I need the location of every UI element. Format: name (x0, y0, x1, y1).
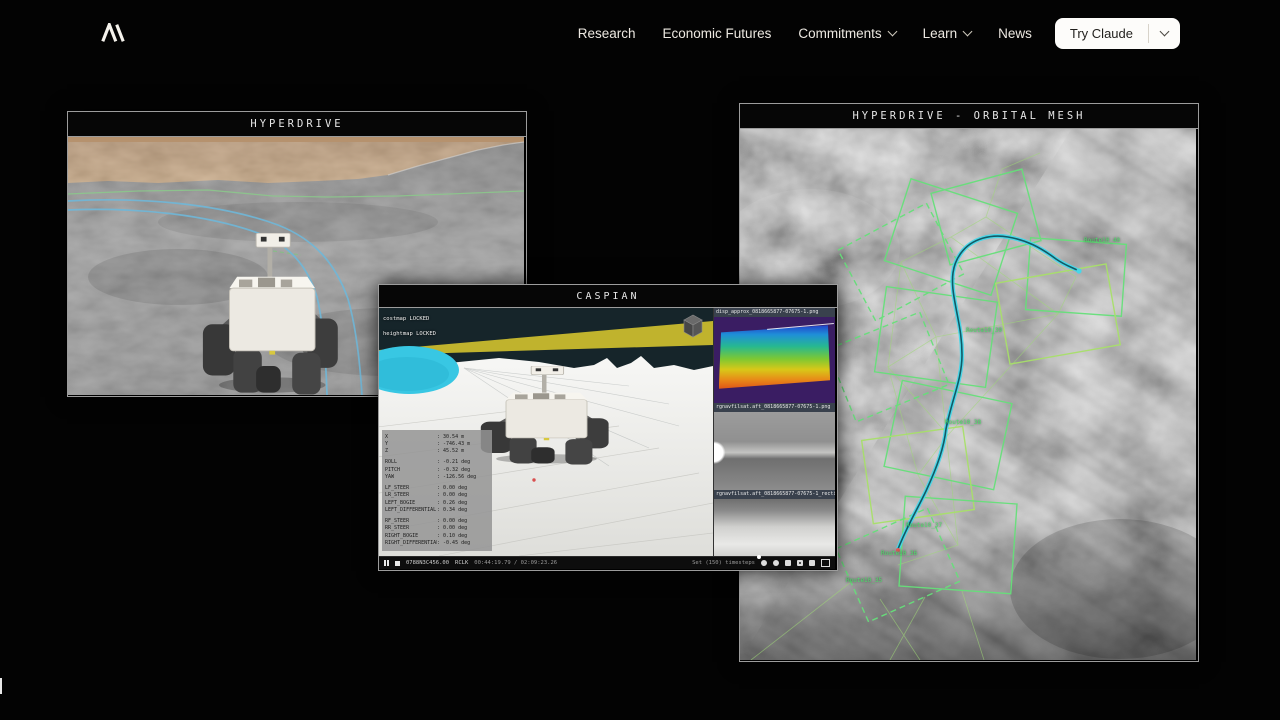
route-label: Route10_40 (1084, 237, 1121, 244)
nav-label: Economic Futures (662, 25, 772, 41)
page: Research Economic Futures Commitments Le… (0, 0, 1280, 720)
text-cursor-artifact (0, 678, 2, 694)
caspian-image-column: disp_approx_0818665877-07675-1.png rgnav… (713, 308, 835, 556)
heightmap-status: heightmap LOCKED (383, 331, 436, 337)
thumbnail-caption: rgnavfilsat.aft_0818665877-07675-1.png (714, 403, 835, 412)
timecode: 00:44:19.79 / 02:09:23.26 (474, 560, 558, 566)
caspian-body: costmap LOCKED heightmap LOCKED X30.54 m… (379, 308, 835, 556)
costmap-status: costmap LOCKED (383, 316, 430, 322)
nav-label: Learn (922, 25, 958, 41)
view-gizmo-cube[interactable] (678, 311, 708, 341)
nav-item-economic-futures[interactable]: Economic Futures (663, 26, 772, 41)
stop-button[interactable] (395, 560, 400, 566)
rectified-navcam-thumbnail[interactable] (714, 499, 835, 556)
orbital-mesh-window-title: HYPERDRIVE - ORBITAL MESH (740, 104, 1198, 129)
nav-item-news[interactable]: News (998, 26, 1032, 41)
comment-icon[interactable] (761, 560, 767, 566)
route-label: Route10_38 (945, 419, 982, 426)
chevron-down-icon (962, 26, 973, 37)
try-claude-button[interactable]: Try Claude (1055, 18, 1148, 49)
nav-item-commitments[interactable]: Commitments (798, 25, 898, 41)
caspian-window: CASPIAN costmap LOCKED heightmap LOCKED … (378, 284, 838, 571)
camera-icon[interactable] (797, 560, 803, 566)
path-endpoint-marker (1076, 268, 1082, 274)
nav-label: News (998, 25, 1032, 41)
layers-icon[interactable] (809, 560, 815, 566)
nav-label: Research (577, 25, 636, 41)
top-nav-bar: Research Economic Futures Commitments Le… (0, 0, 1280, 66)
thumbnail-caption: disp_approx_0818665877-07675-1.png (714, 308, 835, 317)
hyperdrive-window-title: HYPERDRIVE (68, 112, 526, 137)
settings-icon[interactable] (785, 560, 791, 566)
route-label: Route10_39 (966, 327, 1003, 334)
nav-item-learn[interactable]: Learn (922, 25, 973, 41)
thumbnail-caption: rgnavfilsat.aft_0818665877-07675-1_recti… (714, 490, 835, 499)
anthropic-logo-icon[interactable] (100, 23, 126, 43)
route-label: Route10_36 (881, 550, 918, 557)
try-claude-dropdown-button[interactable] (1149, 18, 1180, 49)
fullscreen-button[interactable] (821, 559, 830, 567)
disparity-map-thumbnail[interactable] (714, 317, 835, 403)
disparity-colormap (718, 325, 831, 389)
record-icon[interactable] (773, 560, 779, 566)
nav-item-research[interactable]: Research (578, 26, 636, 41)
navcam-thumbnail[interactable] (714, 412, 835, 490)
caspian-3d-view: costmap LOCKED heightmap LOCKED X30.54 m… (379, 308, 713, 556)
telemetry-readout: X30.54 m Y-746.43 m Z45.52 m ROLL-0.21 d… (382, 429, 492, 551)
timesteps-label: Set (150) timesteps (692, 560, 755, 566)
route-label: Route10_35 (846, 577, 883, 584)
chevron-down-icon (887, 26, 898, 37)
caspian-window-title: CASPIAN (379, 285, 837, 308)
waypoint-dot (532, 478, 536, 482)
playback-mode: RCLK (455, 560, 469, 566)
playback-bar: 0788N3C456.00 RCLK 00:44:19.79 / 02:09:2… (379, 555, 835, 569)
route-label: Route10_37 (906, 522, 943, 529)
chevron-down-icon (1159, 26, 1170, 37)
clip-id: 0788N3C456.00 (406, 560, 450, 566)
pause-button[interactable] (384, 560, 389, 566)
nav-label: Commitments (798, 25, 882, 41)
try-claude-button-group: Try Claude (1054, 17, 1180, 49)
main-nav: Research Economic Futures Commitments Le… (578, 0, 1180, 66)
